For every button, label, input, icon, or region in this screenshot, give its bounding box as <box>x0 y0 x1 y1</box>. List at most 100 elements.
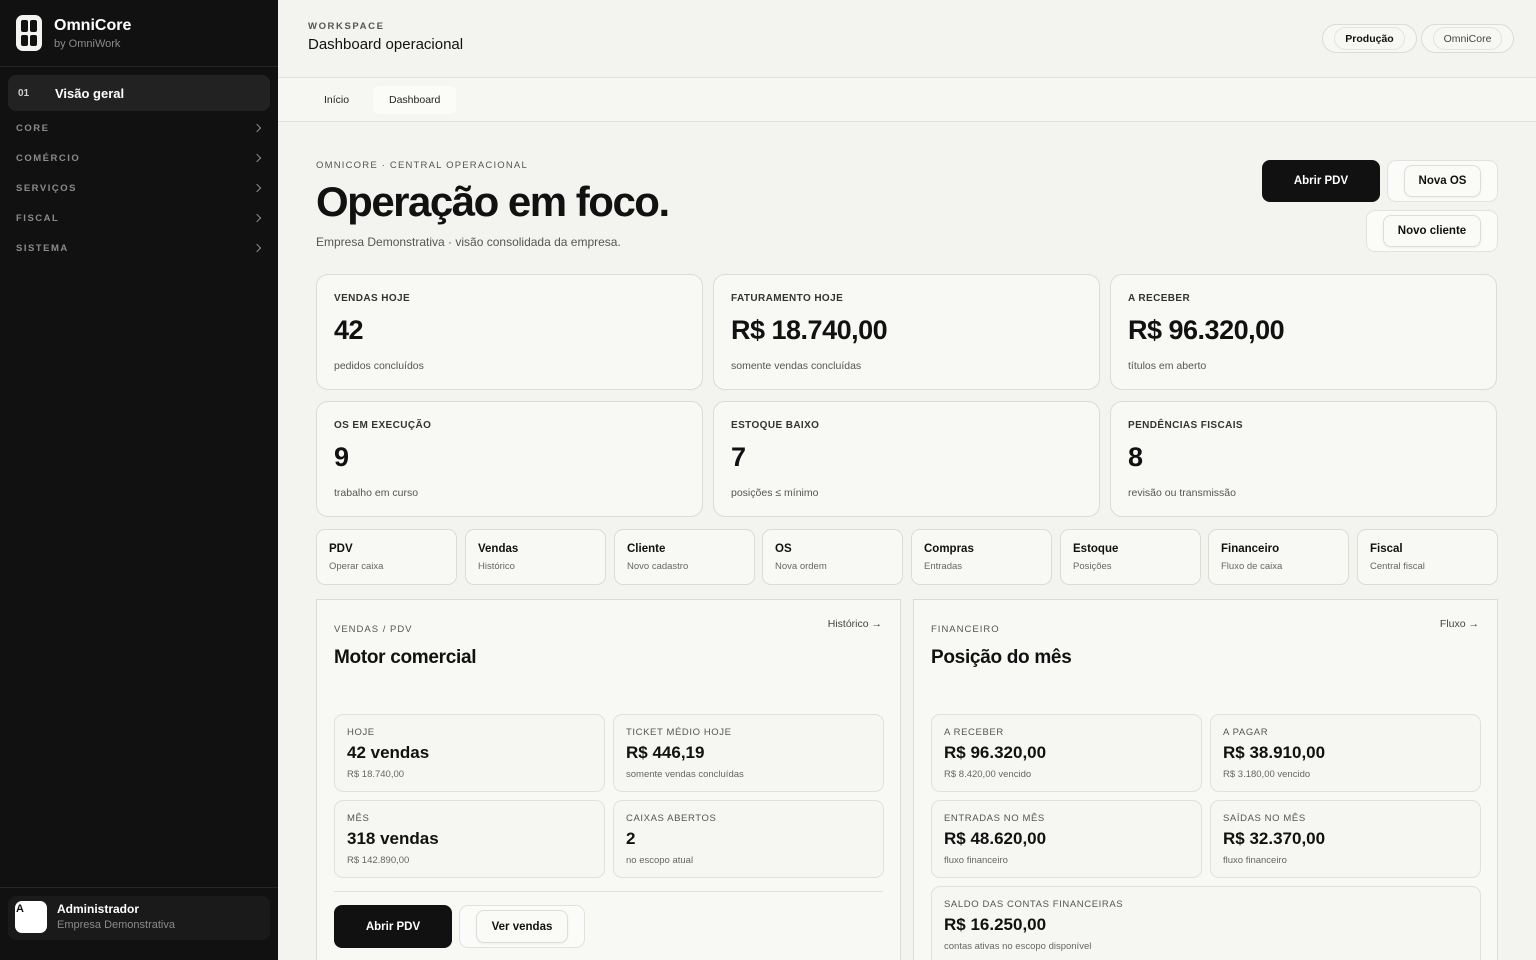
kpi-subtitle: somente vendas concluídas <box>731 360 862 372</box>
open-pdv-button[interactable]: Abrir PDV <box>334 905 452 948</box>
quick-link-pdv[interactable]: PDV Operar caixa <box>316 529 457 585</box>
sidebar-group-servicos[interactable]: SERVIÇOS <box>16 180 264 196</box>
stat-label: HOJE <box>347 727 375 738</box>
tab-inicio[interactable]: Início <box>308 86 365 114</box>
kpi-value: R$ 18.740,00 <box>731 315 888 345</box>
quick-link-subtitle: Posições <box>1073 561 1112 572</box>
quick-link-fiscal[interactable]: Fiscal Central fiscal <box>1357 529 1498 585</box>
quick-link-compras[interactable]: Compras Entradas <box>911 529 1052 585</box>
divider <box>334 891 883 892</box>
quick-link-title: Compras <box>924 543 974 555</box>
stat-card-hoje: HOJE 42 vendas R$ 18.740,00 <box>334 714 605 792</box>
stat-label: SAÍDAS NO MÊS <box>1223 813 1306 824</box>
stat-card-entradas: ENTRADAS NO MÊS R$ 48.620,00 fluxo finan… <box>931 800 1202 878</box>
view-sales-button-wrap: Ver vendas <box>459 905 585 948</box>
fluxo-link[interactable]: Fluxo → <box>1440 618 1479 630</box>
brand-subtitle: by OmniWork <box>54 37 121 50</box>
sidebar-group-fiscal[interactable]: FISCAL <box>16 210 264 226</box>
kpi-subtitle: posições ≤ mínimo <box>731 487 819 499</box>
panel-eyebrow: VENDAS / PDV <box>334 624 413 635</box>
new-os-button-wrap: Nova OS <box>1387 160 1498 202</box>
kpi-value: 7 <box>731 442 746 472</box>
historico-link[interactable]: Histórico → <box>828 618 882 630</box>
quick-link-estoque[interactable]: Estoque Posições <box>1060 529 1201 585</box>
kpi-card-os-execucao[interactable]: OS EM EXECUÇÃO 9 trabalho em curso <box>316 401 703 517</box>
sidebar: OmniCore by OmniWork 01 Visão geral CORE… <box>0 0 278 960</box>
quick-link-subtitle: Central fiscal <box>1370 561 1425 572</box>
quick-link-os[interactable]: OS Nova ordem <box>762 529 903 585</box>
user-section: A Administrador Empresa Demonstrativa <box>0 887 278 960</box>
quick-link-subtitle: Entradas <box>924 561 963 572</box>
chevron-right-icon <box>252 123 262 133</box>
kpi-card-faturamento-hoje[interactable]: FATURAMENTO HOJE R$ 18.740,00 somente ve… <box>713 274 1100 390</box>
sidebar-item-visao-geral[interactable]: 01 Visão geral <box>8 75 270 111</box>
stat-value: R$ 38.910,00 <box>1223 743 1326 762</box>
chevron-right-icon <box>252 183 262 193</box>
omnicore-logo-icon <box>16 15 42 51</box>
kpi-card-pendencias-fiscais[interactable]: PENDÊNCIAS FISCAIS 8 revisão ou transmis… <box>1110 401 1497 517</box>
kpi-label: ESTOQUE BAIXO <box>731 420 820 431</box>
quick-link-financeiro[interactable]: Financeiro Fluxo de caixa <box>1208 529 1349 585</box>
sidebar-group-label: COMÉRCIO <box>16 152 81 164</box>
quick-link-subtitle: Operar caixa <box>329 561 384 572</box>
stat-subtitle: fluxo financeiro <box>944 855 1008 866</box>
sidebar-item-number: 01 <box>18 87 30 99</box>
brand[interactable]: OmniCore by OmniWork <box>0 0 278 67</box>
vendas-panel: VENDAS / PDV Histórico → Motor comercial… <box>316 599 901 960</box>
sidebar-group-label: CORE <box>16 122 50 134</box>
kpi-label: VENDAS HOJE <box>334 293 411 304</box>
kpi-label: PENDÊNCIAS FISCAIS <box>1128 420 1243 431</box>
stat-subtitle: fluxo financeiro <box>1223 855 1287 866</box>
sidebar-group-core[interactable]: CORE <box>16 120 264 136</box>
environment-label: Produção <box>1334 27 1405 50</box>
stat-subtitle: somente vendas concluídas <box>626 769 744 780</box>
top-header: WORKSPACE Dashboard operacional Produção… <box>278 0 1536 78</box>
brand-name: OmniCore <box>54 16 132 34</box>
sidebar-group-label: SISTEMA <box>16 242 69 254</box>
view-sales-button[interactable]: Ver vendas <box>476 910 568 943</box>
kpi-card-vendas-hoje[interactable]: VENDAS HOJE 42 pedidos concluídos <box>316 274 703 390</box>
stat-label: TICKET MÉDIO HOJE <box>626 727 732 738</box>
quick-link-subtitle: Histórico <box>478 561 515 572</box>
hero-eyebrow: OMNICORE · CENTRAL OPERACIONAL <box>316 160 528 171</box>
quick-link-title: PDV <box>329 543 353 555</box>
stat-subtitle: contas ativas no escopo disponível <box>944 941 1092 952</box>
stat-value: 2 <box>626 829 636 848</box>
environment-pill[interactable]: Produção <box>1322 24 1417 53</box>
app-pill[interactable]: OmniCore <box>1421 24 1514 53</box>
quick-link-title: Financeiro <box>1221 543 1280 555</box>
sidebar-group-sistema[interactable]: SISTEMA <box>16 240 264 256</box>
stat-card-mes: MÊS 318 vendas R$ 142.890,00 <box>334 800 605 878</box>
chevron-right-icon <box>252 153 262 163</box>
quick-link-subtitle: Novo cadastro <box>627 561 689 572</box>
kpi-label: FATURAMENTO HOJE <box>731 293 844 304</box>
hero-subtitle: Empresa Demonstrativa · visão consolidad… <box>316 235 621 249</box>
kpi-card-a-receber[interactable]: A RECEBER R$ 96.320,00 títulos em aberto <box>1110 274 1497 390</box>
stat-card-a-pagar: A PAGAR R$ 38.910,00 R$ 3.180,00 vencido <box>1210 714 1481 792</box>
new-os-button[interactable]: Nova OS <box>1404 165 1481 197</box>
new-client-button-wrap: Novo cliente <box>1366 210 1498 252</box>
user-name: Administrador <box>57 902 140 916</box>
stat-value: 42 vendas <box>347 743 430 762</box>
sidebar-group-label: FISCAL <box>16 212 60 224</box>
stat-card-saidas: SAÍDAS NO MÊS R$ 32.370,00 fluxo finance… <box>1210 800 1481 878</box>
stat-value: R$ 96.320,00 <box>944 743 1047 762</box>
quick-link-title: OS <box>775 543 792 555</box>
panel-title: Posição do mês <box>931 647 1072 668</box>
tab-dashboard[interactable]: Dashboard <box>373 86 457 114</box>
breadcrumb-tabs: Início Dashboard <box>278 78 1536 122</box>
kpi-value: R$ 96.320,00 <box>1128 315 1285 345</box>
app-label: OmniCore <box>1432 27 1503 50</box>
quick-link-title: Fiscal <box>1370 543 1403 555</box>
new-client-button[interactable]: Novo cliente <box>1383 215 1481 247</box>
quick-link-vendas[interactable]: Vendas Histórico <box>465 529 606 585</box>
chevron-right-icon <box>252 213 262 223</box>
stat-value: 318 vendas <box>347 829 439 848</box>
open-pdv-button[interactable]: Abrir PDV <box>1262 160 1380 202</box>
quick-link-cliente[interactable]: Cliente Novo cadastro <box>614 529 755 585</box>
kpi-label: A RECEBER <box>1128 293 1191 304</box>
kpi-value: 9 <box>334 442 349 472</box>
sidebar-group-comercio[interactable]: COMÉRCIO <box>16 150 264 166</box>
user-card[interactable]: A Administrador Empresa Demonstrativa <box>8 896 270 940</box>
kpi-card-estoque-baixo[interactable]: ESTOQUE BAIXO 7 posições ≤ mínimo <box>713 401 1100 517</box>
